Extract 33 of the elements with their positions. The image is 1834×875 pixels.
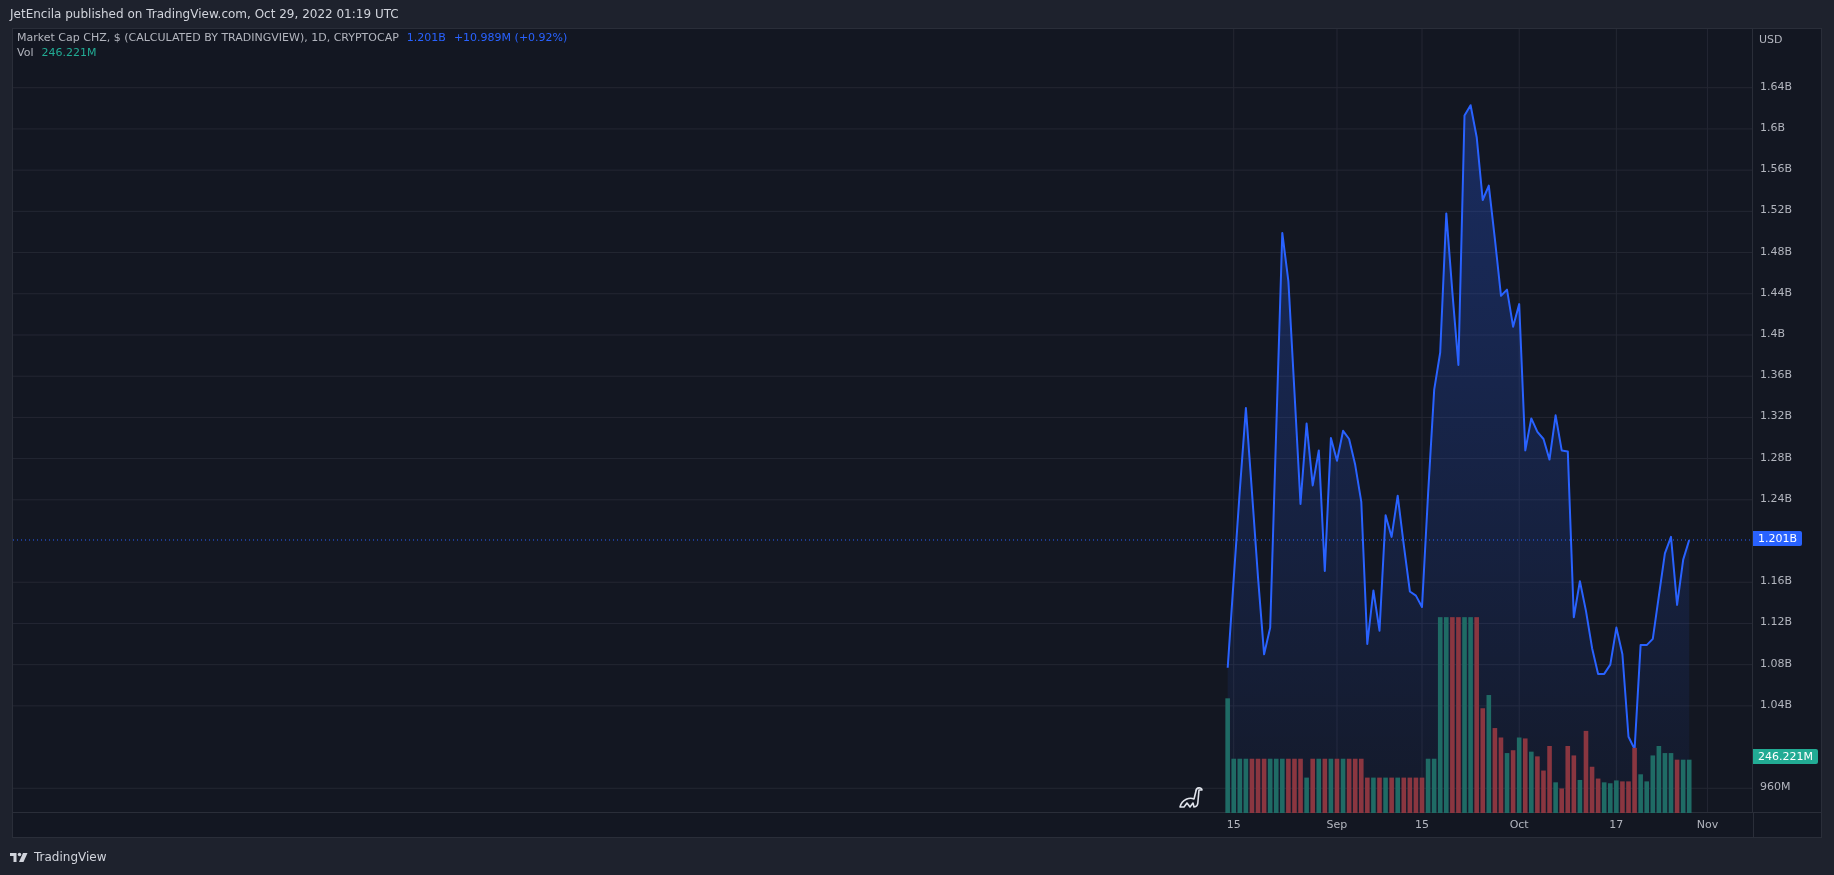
time-tick-label: Oct <box>1509 818 1529 831</box>
dinosaur-icon[interactable] <box>1179 787 1203 808</box>
price-tick-label: 1.16B <box>1760 574 1793 588</box>
currency-label: USD <box>1759 33 1783 46</box>
time-tick-label: Nov <box>1696 818 1719 831</box>
time-tick-label: 15 <box>1226 818 1241 831</box>
brand-name[interactable]: TradingView <box>34 849 107 864</box>
volume-label: Vol <box>17 46 34 59</box>
price-tick-label: 1.32B <box>1760 409 1793 423</box>
volume-badge: 246.221M <box>1753 748 1818 764</box>
last-price-badge: 1.201B <box>1753 531 1803 546</box>
price-tick-label: 1.24B <box>1760 491 1793 505</box>
price-tick-label: 1.12B <box>1760 615 1793 629</box>
price-tick-label: 960M <box>1760 780 1791 794</box>
last-value: 1.201B <box>406 31 446 44</box>
time-tick-label: 17 <box>1609 818 1624 831</box>
price-tick-label: 1.36B <box>1760 368 1793 382</box>
price-tick-label: 1.08B <box>1760 656 1793 670</box>
price-tick-label: 1.44B <box>1760 285 1793 299</box>
symbol-title: Market Cap CHZ, $ (CALCULATED BY TRADINGVIEW), 1D, CRYPTOCAP <box>17 31 399 44</box>
price-tick-label: 1.6B <box>1760 120 1786 134</box>
time-tick-label: 15 <box>1415 818 1429 831</box>
time-tick-label: Sep <box>1326 818 1348 831</box>
change-value: +10.989M (+0.92%) <box>453 31 568 44</box>
publisher-note: JetEncila published on TradingView.com, Oct 29, 2022 01:19 UTC <box>10 7 399 21</box>
volume-value: 246.221M <box>41 46 97 59</box>
price-tick-label: 1.48B <box>1760 244 1793 258</box>
price-tick-label: 1.4B <box>1760 326 1786 340</box>
price-tick-label: 1.28B <box>1760 450 1793 464</box>
price-tick-label: 1.56B <box>1760 162 1793 176</box>
price-tick-label: 1.64B <box>1760 79 1793 93</box>
price-tick-label: 1.04B <box>1760 697 1793 711</box>
price-tick-label: 1.52B <box>1760 203 1793 217</box>
